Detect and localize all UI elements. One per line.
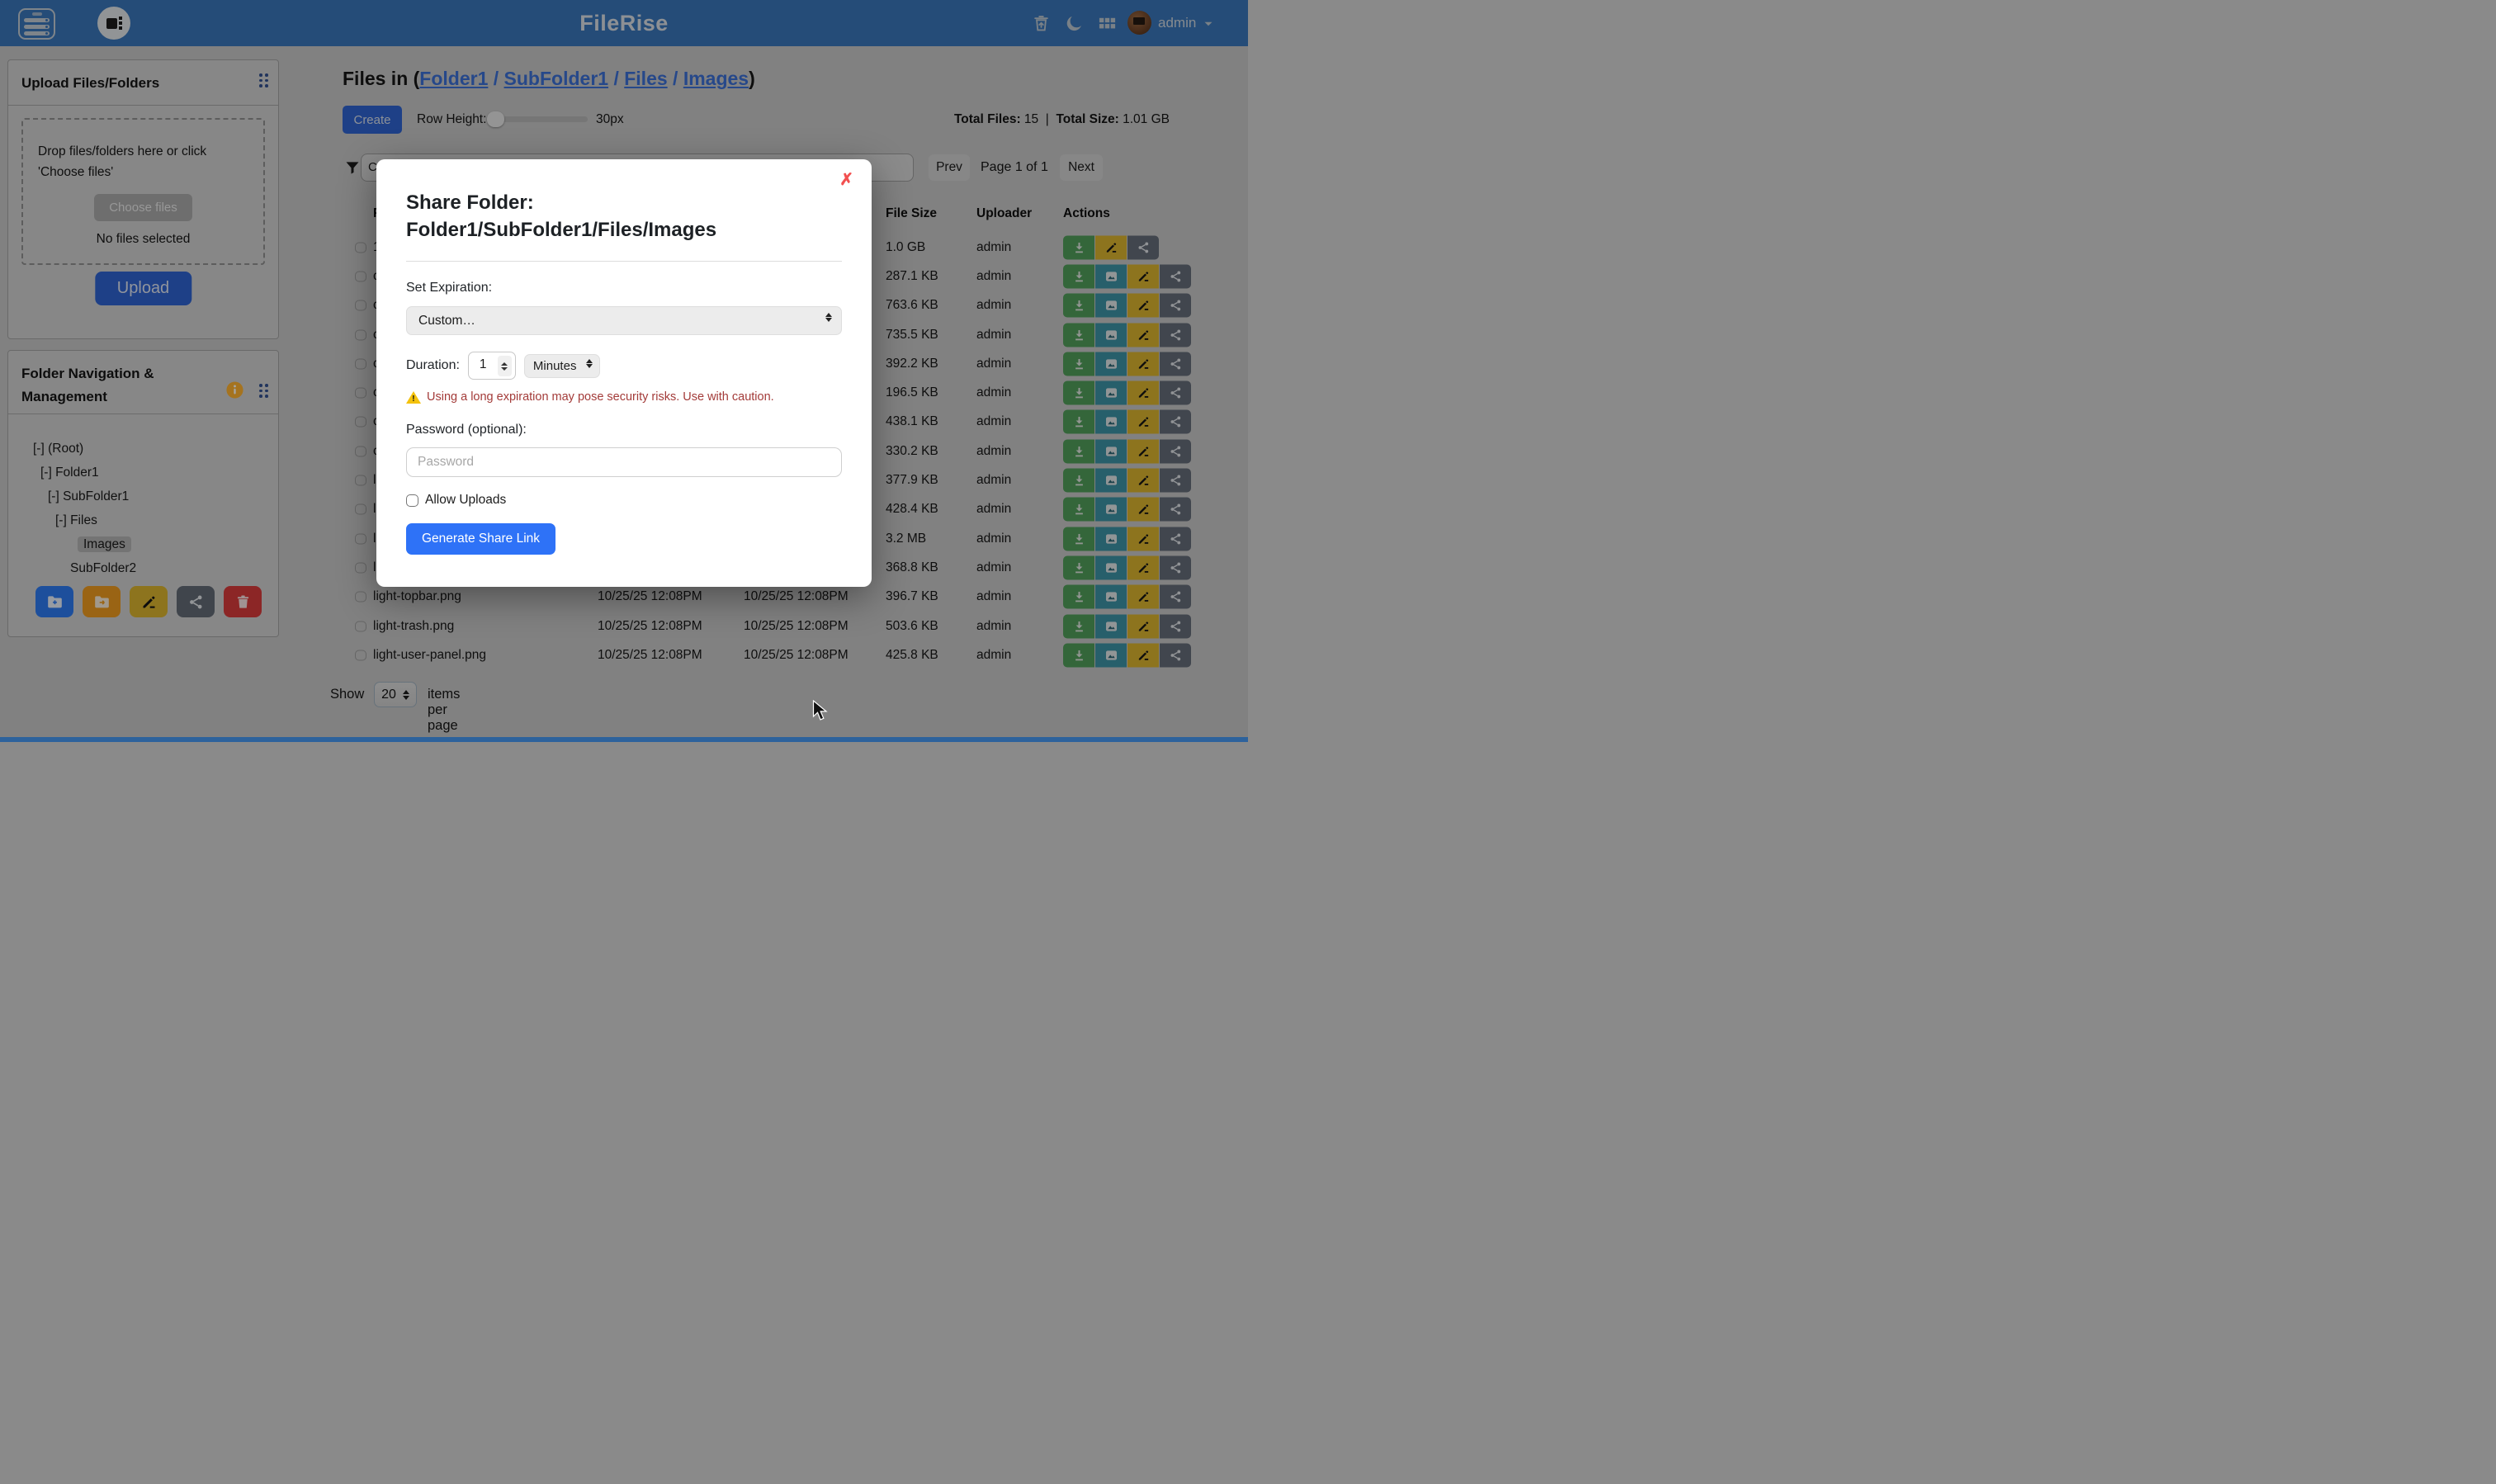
password-input[interactable]: Password — [406, 447, 842, 477]
expiration-warning: ! Using a long expiration may pose secur… — [406, 390, 842, 404]
expiration-label: Set Expiration: — [406, 281, 842, 295]
select-arrows-icon — [586, 359, 593, 368]
allow-uploads-checkbox[interactable] — [406, 494, 418, 507]
duration-unit-select[interactable]: Minutes — [524, 354, 601, 378]
allow-uploads-row: Allow Uploads — [406, 493, 842, 508]
expiration-select[interactable]: Custom… — [406, 306, 842, 335]
warning-icon: ! — [406, 391, 421, 404]
select-arrows-icon — [825, 313, 832, 322]
close-icon[interactable]: ✗ — [839, 169, 853, 190]
password-label: Password (optional): — [406, 423, 842, 437]
allow-uploads-label: Allow Uploads — [425, 493, 506, 508]
filerise-app: FileRise admin Upload Files/Folders — [0, 0, 1248, 742]
generate-share-link-button[interactable]: Generate Share Link — [406, 523, 555, 555]
duration-label: Duration: — [406, 358, 460, 373]
share-folder-modal: ✗ Share Folder: Folder1/SubFolder1/Files… — [376, 159, 872, 587]
modal-title: Share Folder: Folder1/SubFolder1/Files/I… — [406, 189, 842, 243]
modal-divider — [406, 261, 842, 262]
duration-value-input[interactable]: 1 — [468, 352, 516, 380]
footer-bar — [0, 737, 1248, 742]
duration-row: Duration: 1 Minutes — [406, 352, 842, 380]
number-stepper-icon[interactable] — [498, 356, 512, 376]
